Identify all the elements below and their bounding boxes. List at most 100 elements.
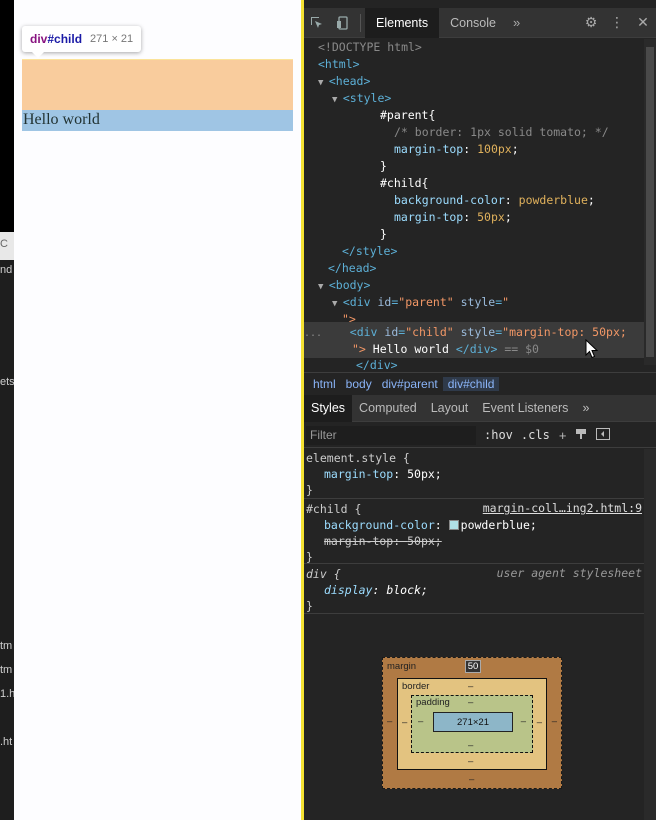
- more-tabs-button[interactable]: »: [507, 15, 526, 30]
- filter-input[interactable]: [306, 425, 476, 445]
- ua-rule: div { user agent stylesheet display: blo…: [304, 565, 644, 614]
- margin-bottom-value[interactable]: –: [469, 774, 474, 785]
- gear-icon[interactable]: ⚙: [578, 14, 604, 31]
- devtools-panel: Elements Console » ⚙ ⋮ ✕ <!DOCTYPE html>…: [304, 0, 656, 820]
- border-left-value[interactable]: –: [402, 717, 407, 728]
- css-child-margin: margin-top: 50px;: [394, 210, 512, 224]
- div-close-node[interactable]: </div>: [356, 359, 398, 371]
- color-swatch[interactable]: [448, 520, 459, 530]
- padding-right-value[interactable]: –: [521, 716, 526, 727]
- padding-top-value[interactable]: –: [468, 697, 473, 708]
- expand-arrow-icon: ▼: [318, 282, 329, 292]
- tab-styles[interactable]: Styles: [304, 394, 353, 422]
- hello-world-text: Hello world: [23, 111, 100, 128]
- margin-highlight-overlay: [22, 60, 293, 110]
- tooltip-arrow: [32, 52, 44, 58]
- border-right-value[interactable]: –: [537, 717, 542, 728]
- page-viewport: Hello world div #child 271 × 21: [14, 0, 302, 820]
- tab-elements[interactable]: Elements: [365, 7, 440, 38]
- html-node[interactable]: <html>: [318, 56, 360, 73]
- css-close-brace: }: [380, 159, 387, 173]
- background-fragment: C: [0, 238, 8, 250]
- expand-arrow-icon: ▼: [318, 78, 329, 88]
- padding-label: padding: [416, 697, 450, 708]
- styles-subtabs: Styles Computed Layout Event Listeners »: [304, 394, 656, 422]
- breadcrumb: html body div#parent div#child: [304, 372, 656, 394]
- padding-left-value[interactable]: –: [418, 716, 423, 727]
- box-model-content[interactable]: 271×21: [433, 712, 513, 732]
- breadcrumb-body[interactable]: body: [341, 377, 377, 391]
- tooltip-tag: div: [30, 32, 48, 46]
- expand-arrow-icon: ▼: [332, 95, 343, 105]
- body-node[interactable]: ▼ <body>: [318, 277, 370, 294]
- head-node[interactable]: ▼ <head>: [318, 73, 370, 90]
- styles-scrollbar[interactable]: [644, 449, 656, 820]
- element-style-rule: element.style { margin-top: 50px; }: [304, 449, 644, 499]
- node-dots: ...: [304, 328, 323, 339]
- tab-console[interactable]: Console: [439, 8, 507, 38]
- doctype-node[interactable]: <!DOCTYPE html>: [318, 39, 422, 56]
- css-child-bg: background-color: powderblue;: [394, 193, 595, 207]
- padding-bottom-value[interactable]: –: [468, 740, 473, 751]
- elements-tree: <!DOCTYPE html> <html> ▼ <head> ▼ <style…: [304, 39, 644, 365]
- margin-label: margin: [387, 661, 417, 672]
- tab-event-listeners[interactable]: Event Listeners: [475, 395, 575, 422]
- expand-arrow-icon: ▼: [332, 299, 343, 309]
- child-div-node[interactable]: ... <div id="child" style="margin-top: 5…: [304, 324, 627, 341]
- head-close-node[interactable]: </head>: [328, 260, 376, 277]
- hov-toggle[interactable]: :hov: [484, 428, 513, 442]
- breadcrumb-div-child[interactable]: div#child: [442, 376, 500, 391]
- close-icon[interactable]: ✕: [630, 14, 656, 31]
- margin-right-value[interactable]: –: [552, 716, 557, 727]
- background-fragment: .ht: [0, 736, 13, 748]
- box-model-border[interactable]: border – – – – padding – – – – 271×21: [397, 678, 547, 770]
- child-rule-source-link[interactable]: margin-coll…ing2.html:9: [483, 500, 642, 516]
- style-close-node[interactable]: </style>: [342, 243, 397, 260]
- background-fragment: tm: [0, 664, 13, 676]
- element-style-declaration[interactable]: margin-top: 50px;: [324, 466, 442, 482]
- tab-computed[interactable]: Computed: [352, 395, 424, 422]
- css-parent-margin: margin-top: 100px;: [394, 142, 519, 156]
- elements-scrollbar[interactable]: [644, 39, 656, 365]
- inspect-icon[interactable]: [304, 8, 330, 38]
- border-bottom-value[interactable]: –: [468, 756, 473, 767]
- css-close-brace: }: [380, 227, 387, 241]
- element-style-selector[interactable]: element.style {: [306, 450, 410, 466]
- parent-div-node[interactable]: ▼ <div id="parent" style=": [332, 294, 509, 311]
- margin-top-value[interactable]: 50: [465, 660, 481, 673]
- ua-rule-declaration: display: block;: [324, 583, 428, 597]
- child-rule-bg-declaration[interactable]: background-color: powderblue;: [324, 517, 537, 533]
- breadcrumb-div-parent[interactable]: div#parent: [377, 377, 443, 391]
- box-model-padding[interactable]: padding – – – – 271×21: [411, 695, 533, 753]
- new-rule-button[interactable]: +: [559, 428, 567, 443]
- child-rule-margin-overridden[interactable]: margin-top: 50px;: [324, 533, 442, 549]
- child-rule: #child { margin-coll…ing2.html:9 backgro…: [304, 500, 644, 564]
- scrollbar-thumb[interactable]: [646, 47, 654, 357]
- margin-left-value[interactable]: –: [387, 716, 392, 727]
- border-top-value[interactable]: –: [468, 681, 473, 692]
- background-app-strip: C nd ets tm tm 1.h .ht: [0, 0, 14, 820]
- child-element[interactable]: Hello world: [22, 110, 293, 131]
- tab-layout[interactable]: Layout: [424, 395, 476, 422]
- background-fragment: tm: [0, 640, 13, 652]
- background-fragment: nd: [0, 264, 13, 276]
- ua-rule-selector: div {: [306, 567, 341, 581]
- more-subtabs-button[interactable]: »: [575, 395, 596, 422]
- device-toggle-icon[interactable]: [330, 8, 356, 38]
- toolbar-separator: [360, 13, 361, 32]
- ua-rule-close: }: [306, 599, 313, 613]
- inspect-tooltip: div #child 271 × 21: [22, 26, 142, 58]
- tooltip-dimensions: 271 × 21: [90, 33, 134, 45]
- style-node[interactable]: ▼ <style>: [332, 90, 391, 107]
- child-rule-selector[interactable]: #child {: [306, 501, 361, 517]
- box-model-margin[interactable]: margin 50 – – – border – – – – padding –…: [382, 657, 562, 789]
- paint-icon[interactable]: [575, 428, 587, 443]
- child-div-content: "> Hello world </div> == $0: [352, 342, 539, 356]
- breadcrumb-html[interactable]: html: [308, 377, 341, 391]
- sidebar-toggle-icon[interactable]: [596, 427, 611, 443]
- child-rule-close: }: [306, 550, 313, 564]
- kebab-icon[interactable]: ⋮: [604, 14, 630, 31]
- mouse-cursor-icon: [585, 339, 599, 359]
- cls-toggle[interactable]: .cls: [521, 428, 550, 442]
- css-child-selector: #child{: [380, 176, 429, 190]
